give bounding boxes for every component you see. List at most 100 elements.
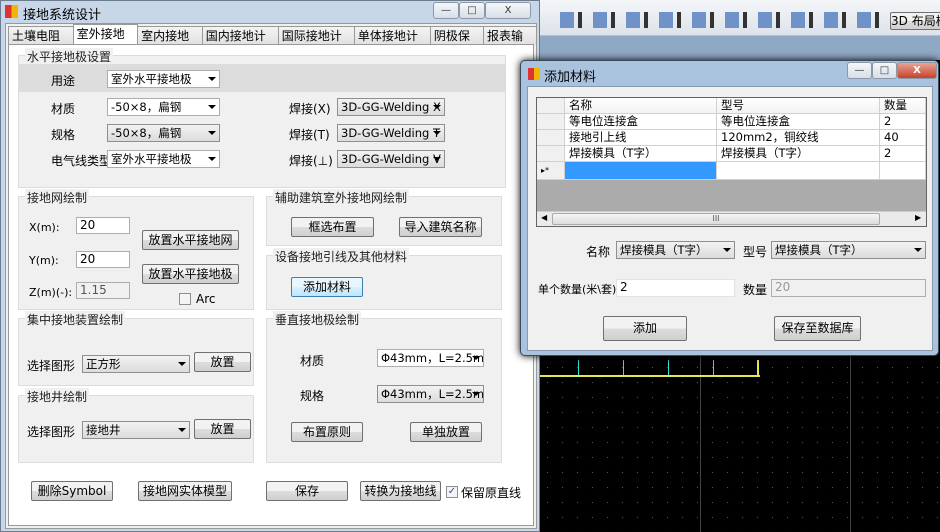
group-title: 水平接地极设置 — [25, 48, 114, 65]
cell-qty[interactable]: 40 — [880, 130, 926, 146]
chevron-down-icon — [208, 131, 216, 135]
import-names-button[interactable]: 导入建筑名称 — [399, 217, 482, 237]
cell-model[interactable]: 焊接模具（T字） — [717, 146, 880, 162]
layout-mode-button[interactable]: 3D 布局模式 — [890, 12, 940, 30]
row-header[interactable] — [537, 130, 565, 146]
weld-v-combo[interactable]: 3D-GG-Welding V — [337, 150, 445, 168]
keep-lines-checkbox[interactable]: ✓ — [446, 486, 458, 498]
z-input[interactable]: 1.15 — [76, 282, 130, 299]
group-title: 接地井绘制 — [25, 388, 90, 405]
name-label: 名称 — [586, 245, 611, 259]
delete-symbol-button[interactable]: 删除Symbol — [31, 481, 113, 501]
new-row-model-cell[interactable] — [717, 162, 880, 180]
scroll-left-icon[interactable]: ◀ — [541, 213, 547, 222]
chevron-down-icon — [914, 248, 922, 252]
dialog-close-button[interactable]: X — [897, 62, 937, 79]
app-icon — [5, 5, 18, 18]
cell-name[interactable]: 焊接模具（T字） — [565, 146, 717, 162]
add-button[interactable]: 添加 — [603, 316, 687, 341]
cell-name[interactable]: 等电位连接盒 — [565, 114, 717, 130]
weld-x-combo[interactable]: 3D-GG-Welding X — [337, 98, 445, 116]
tab-outdoor-grid[interactable]: 室外接地网 — [72, 24, 139, 59]
solid-model-button[interactable]: 接地网实体模型 — [138, 481, 232, 501]
tab-report[interactable]: 报表输出 — [482, 26, 538, 61]
add-material-button[interactable]: 添加材料 — [291, 277, 363, 297]
scroll-thumb[interactable]: III — [552, 213, 880, 225]
keep-lines-label: 保留原直线 — [461, 486, 522, 500]
cell-qty[interactable]: 2 — [880, 114, 926, 130]
arc-checkbox[interactable] — [179, 293, 191, 305]
toolbar-icons[interactable] — [560, 12, 880, 28]
x-input[interactable]: 20 — [76, 217, 130, 234]
add-material-dialog: 添加材料 — □ X 名称 型号 数量 等电位连接盒 等电位连接盒 2 接地引上线 12… — [520, 60, 939, 356]
name-value: 焊接模具（T字） — [620, 243, 708, 257]
usage-combo[interactable]: 室外水平接地极 — [107, 70, 220, 88]
well-shape-combo[interactable]: 接地井 — [82, 421, 190, 439]
place-well-button[interactable]: 放置 — [194, 419, 251, 439]
vertical-spec-combo[interactable]: Φ43mm，L=2.5m，镀 — [377, 385, 484, 403]
name-combo[interactable]: 焊接模具（T字） — [616, 241, 735, 259]
cad-tab-strip — [540, 36, 940, 62]
place-electrode-button[interactable]: 放置水平接地极 — [142, 264, 239, 284]
tab-single-calc[interactable]: 单体接地计算 — [353, 26, 431, 61]
tab-indoor-grid[interactable]: 室内接地网 — [137, 26, 203, 61]
materials-grid[interactable]: 名称 型号 数量 等电位连接盒 等电位连接盒 2 接地引上线 120mm2，铜绞线 40 焊… — [536, 97, 927, 227]
model-value: 焊接模具（T字） — [775, 243, 863, 257]
tab-domestic-calc[interactable]: 国内接地计算 — [201, 26, 279, 61]
tab-cathodic-protection[interactable]: 阴极保护 — [429, 26, 484, 61]
weld-t-value: 3D-GG-Welding T — [341, 126, 440, 140]
chevron-down-icon — [723, 248, 731, 252]
spec-label: 规格 — [51, 128, 76, 142]
spec-value: -50×8，扁钢 — [111, 126, 182, 140]
cell-name[interactable]: 接地引上线 — [565, 130, 717, 146]
group-title: 集中接地装置绘制 — [25, 311, 126, 328]
usage-band — [19, 64, 505, 92]
y-input[interactable]: 20 — [76, 251, 130, 268]
spec-combo[interactable]: -50×8，扁钢 — [107, 124, 220, 142]
cell-model[interactable]: 120mm2，铜绞线 — [717, 130, 880, 146]
weld-t-combo[interactable]: 3D-GG-Welding T — [337, 124, 445, 142]
column-header-name[interactable]: 名称 — [565, 98, 717, 114]
row-header[interactable] — [537, 114, 565, 130]
save-button[interactable]: 保存 — [266, 481, 348, 501]
cell-qty[interactable]: 2 — [880, 146, 926, 162]
scroll-right-icon[interactable]: ▶ — [915, 213, 921, 222]
material-combo[interactable]: -50×8，扁钢 — [107, 98, 220, 116]
central-group: 集中接地装置绘制 选择图形 正方形 放置 — [18, 311, 254, 386]
tab-strip: 土壤电阻率 室外接地网 室内接地网 国内接地计算 国际接地计算 单体接地计算 阴… — [8, 24, 538, 61]
x-label: X(m): — [29, 221, 60, 234]
save-to-db-button[interactable]: 保存至数据库 — [774, 316, 861, 341]
unit-qty-input[interactable]: 2 — [616, 279, 735, 297]
vertical-material-combo[interactable]: Φ43mm，L=2.5m， — [377, 349, 484, 367]
new-row-qty-cell[interactable] — [880, 162, 926, 180]
shape-combo[interactable]: 正方形 — [82, 355, 190, 373]
new-row-name-cell[interactable] — [565, 162, 717, 180]
group-title: 设备接地引线及其他材料 — [273, 248, 410, 265]
wire-type-combo[interactable]: 室外水平接地极 — [107, 150, 220, 168]
cell-model[interactable]: 等电位连接盒 — [717, 114, 880, 130]
maximize-button[interactable]: □ — [459, 2, 485, 19]
single-place-button[interactable]: 单独放置 — [410, 422, 482, 442]
dialog-minimize-button[interactable]: — — [847, 62, 872, 79]
place-grid-button[interactable]: 放置水平接地网 — [142, 230, 239, 250]
model-combo[interactable]: 焊接模具（T字） — [771, 241, 926, 259]
column-header-qty[interactable]: 数量 — [880, 98, 926, 114]
qty-input[interactable]: 20 — [771, 279, 926, 297]
new-row-header[interactable]: ▸* — [537, 162, 565, 180]
shape-label: 选择图形 — [27, 425, 76, 439]
wire-type-label: 电气线类型 — [51, 154, 112, 168]
tab-soil-resistivity[interactable]: 土壤电阻率 — [8, 26, 74, 61]
minimize-button[interactable]: — — [433, 2, 459, 19]
dialog-maximize-button[interactable]: □ — [872, 62, 897, 79]
place-central-button[interactable]: 放置 — [194, 352, 251, 372]
qty-label: 数量 — [743, 283, 768, 297]
convert-button[interactable]: 转换为接地线 — [360, 481, 441, 501]
tab-international-calc[interactable]: 国际接地计算 — [277, 26, 355, 61]
weld-v-label: 焊接(⊥) — [289, 154, 333, 168]
row-header[interactable] — [537, 146, 565, 162]
column-header-model[interactable]: 型号 — [717, 98, 880, 114]
select-place-button[interactable]: 框选布置 — [291, 217, 374, 237]
layout-rule-button[interactable]: 布置原则 — [291, 422, 363, 442]
horizontal-scrollbar[interactable]: ◀ III ▶ — [537, 211, 926, 226]
close-button[interactable]: X — [485, 2, 531, 19]
